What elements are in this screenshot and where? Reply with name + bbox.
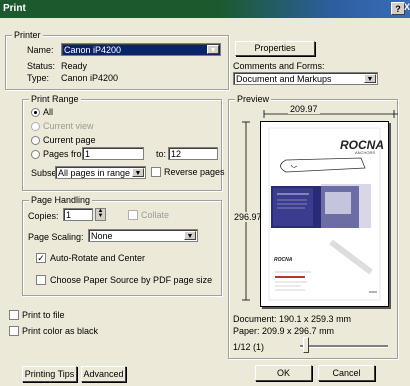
properties-button[interactable]: Properties [235, 41, 315, 56]
comments-forms-label: Comments and Forms: [233, 61, 325, 71]
auto-rotate-checkbox[interactable]: ✓ [36, 253, 46, 263]
preview-width-dim: 209.97 [288, 104, 320, 114]
paper-source-checkbox[interactable] [36, 275, 46, 285]
collate-checkbox[interactable] [128, 210, 138, 220]
ok-button[interactable]: OK [255, 365, 312, 381]
printer-name-select[interactable]: Canon iP4200 ▼ [61, 43, 221, 56]
reverse-pages-checkbox[interactable] [151, 167, 161, 177]
print-to-file-checkbox[interactable] [9, 310, 19, 320]
document-size: Document: 190.1 x 259.3 mm [233, 314, 352, 324]
printing-tips-button[interactable]: Printing Tips [22, 366, 77, 382]
to-label: to: [156, 149, 167, 159]
page-scaling-label: Page Scaling: [28, 232, 84, 242]
status-label: Status: [27, 61, 56, 71]
chevron-down-icon[interactable]: ▼ [132, 168, 144, 177]
paper-size: Paper: 209.9 x 296.7 mm [233, 326, 335, 336]
type-value: Canon iP4200 [61, 73, 119, 83]
chevron-down-icon[interactable]: ▼ [207, 45, 219, 54]
subset-select[interactable]: All pages in range ▼ [55, 166, 146, 179]
window-title: Print [3, 3, 26, 14]
page-scaling-select[interactable]: None ▼ [88, 229, 198, 242]
copies-label: Copies: [28, 211, 59, 221]
page-slider-thumb[interactable] [303, 337, 309, 353]
preview-logo-sub: ANCHORS [355, 150, 376, 155]
radio-all[interactable] [31, 108, 40, 117]
radio-current-page-label[interactable]: Current page [43, 135, 96, 145]
subset-value: All pages in range [58, 168, 131, 178]
printer-name-label: Name: [27, 45, 54, 55]
page-handling-label: Page Handling [29, 195, 93, 205]
title-bar-gradient [220, 0, 410, 18]
print-color-black-checkbox[interactable] [9, 326, 19, 336]
close-button[interactable]: X [404, 2, 410, 12]
advanced-button[interactable]: Advanced [81, 366, 126, 382]
print-range-label: Print Range [29, 94, 81, 104]
page-indicator: 1/12 (1) [233, 342, 265, 352]
status-value: Ready [61, 61, 88, 71]
printer-group-label: Printer [12, 30, 43, 40]
preview-height-dim: 296.97 [234, 212, 262, 222]
radio-pages-from[interactable] [31, 150, 40, 159]
print-color-black-label[interactable]: Print color as black [22, 326, 98, 336]
help-button[interactable]: ? [391, 2, 405, 15]
auto-rotate-label[interactable]: Auto-Rotate and Center [50, 253, 145, 263]
radio-current-view-label[interactable]: Current view [43, 121, 94, 131]
page-slider-track[interactable] [300, 345, 388, 348]
print-to-file-label[interactable]: Print to file [22, 310, 65, 320]
cancel-button[interactable]: Cancel [318, 365, 375, 381]
reverse-pages-label[interactable]: Reverse pages [164, 167, 225, 177]
copies-spinner[interactable]: ▲ ▼ [95, 208, 106, 221]
radio-current-view[interactable] [31, 122, 40, 131]
preview-small-logo: ROCNA [274, 257, 293, 263]
collate-label[interactable]: Collate [141, 210, 169, 220]
pages-to-input[interactable]: 12 [168, 147, 218, 160]
paper-source-label[interactable]: Choose Paper Source by PDF page size [50, 275, 212, 285]
copies-input[interactable]: 1 [63, 208, 93, 221]
printer-name-value: Canon iP4200 [64, 45, 122, 55]
radio-current-page[interactable] [31, 136, 40, 145]
radio-all-label[interactable]: All [43, 107, 53, 117]
page-scaling-value: None [91, 231, 113, 241]
chevron-down-icon[interactable]: ▼ [364, 74, 376, 83]
type-label: Type: [27, 73, 50, 83]
chevron-down-icon[interactable]: ▼ [184, 231, 196, 240]
comments-forms-select[interactable]: Document and Markups ▼ [233, 72, 378, 85]
comments-forms-value: Document and Markups [236, 74, 332, 84]
pages-from-input[interactable]: 1 [82, 147, 144, 160]
